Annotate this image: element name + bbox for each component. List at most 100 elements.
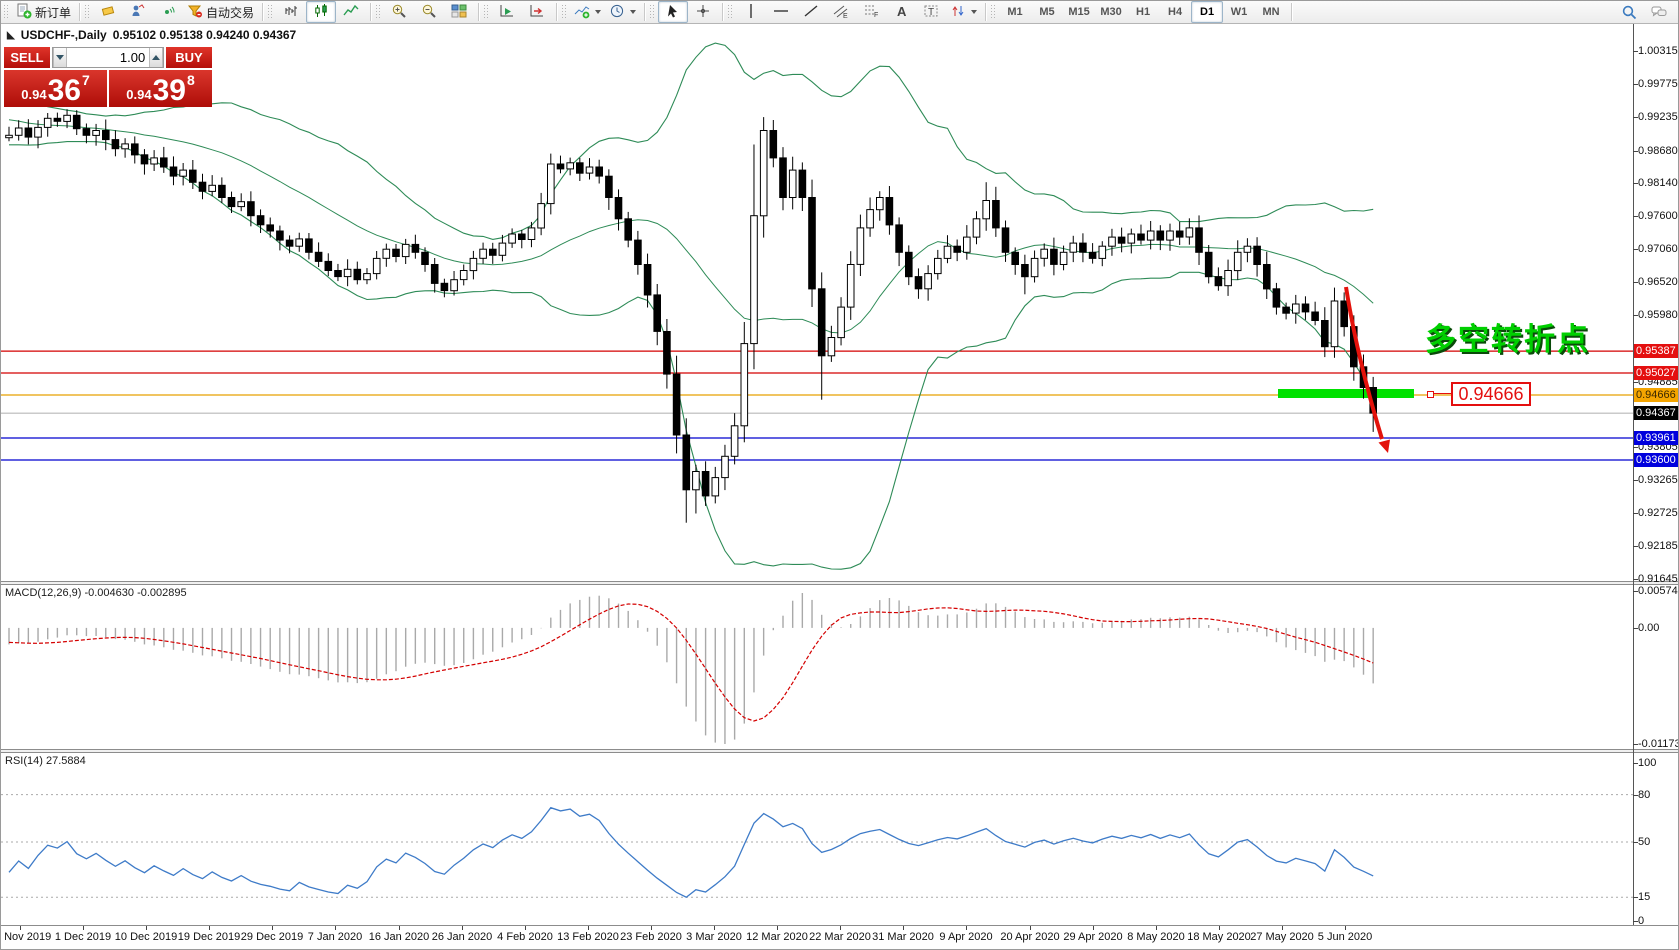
sell-button[interactable]: SELL (4, 47, 50, 68)
toolbar-group-6 (656, 1, 720, 23)
volume-decrease-button[interactable] (53, 48, 67, 67)
main-chart-pane[interactable] (1, 23, 1679, 581)
timeframe-w1-button[interactable]: W1 (1223, 1, 1255, 23)
pane-separator-rsi[interactable] (1, 749, 1679, 753)
zoom-out-button[interactable] (414, 1, 444, 23)
new-order-button[interactable]: 新订单 (12, 1, 75, 23)
date-tick (651, 926, 652, 930)
price-level-badge: 0.94666 (1634, 388, 1679, 402)
price-axis-border (1633, 23, 1634, 949)
price-label-anchor[interactable] (1427, 391, 1434, 398)
dropdown-arrow-icon (595, 10, 601, 14)
timeframe-h4-button[interactable]: H4 (1159, 1, 1191, 23)
time-axis[interactable]: 21 Nov 2019 1 Dec 2019 10 Dec 2019 19 De… (1, 925, 1679, 950)
chart-shift-button[interactable] (522, 1, 552, 23)
rsi-tick-label: 80 (1638, 789, 1650, 801)
volume-input[interactable] (67, 48, 149, 67)
chart-title: ◣ USDCHF-,Daily 0.95102 0.95138 0.94240 … (7, 28, 296, 42)
toolbar-grip (483, 4, 488, 20)
rsi-tick-label: 100 (1638, 757, 1656, 769)
date-tick (209, 926, 210, 930)
price-level-badge: 0.93600 (1634, 453, 1679, 467)
date-label: 23 Feb 2020 (620, 931, 682, 943)
svg-text:F: F (874, 12, 878, 19)
toolbar-grip (561, 4, 566, 20)
text-label-button[interactable]: T (916, 1, 946, 23)
indicators-button[interactable] (570, 1, 605, 23)
symbol-period-label: USDCHF-,Daily (21, 28, 107, 42)
zoom-out-icon (421, 3, 437, 22)
date-label: 7 Jan 2020 (308, 931, 362, 943)
toolbar-separator (556, 3, 557, 21)
fibonacci-button[interactable]: F (856, 1, 886, 23)
toolbar-separator (1291, 3, 1292, 21)
horizontal-line-button[interactable] (766, 1, 796, 23)
vertical-line-button[interactable] (736, 1, 766, 23)
crosshair-button[interactable] (688, 1, 718, 23)
date-tick (20, 926, 21, 930)
toolbar-separator (722, 3, 723, 21)
signal-button[interactable] (153, 1, 183, 23)
price-level-label[interactable]: 0.94666 (1451, 382, 1531, 406)
zoom-in-button[interactable] (384, 1, 414, 23)
search-button[interactable] (1614, 1, 1644, 23)
date-label: 18 May 2020 (1187, 931, 1251, 943)
timeframe-m1-button[interactable]: M1 (999, 1, 1031, 23)
ohlc-values: 0.95102 0.95138 0.94240 0.94367 (113, 28, 297, 42)
indicators-icon (574, 3, 590, 22)
date-label: 31 Mar 2020 (872, 931, 934, 943)
date-label: 12 Mar 2020 (746, 931, 808, 943)
buy-button[interactable]: BUY (166, 47, 212, 68)
date-label: 27 May 2020 (1250, 931, 1314, 943)
date-tick (840, 926, 841, 930)
volume-increase-button[interactable] (149, 48, 163, 67)
buy-price-button[interactable]: 0.94 39 8 (109, 70, 212, 107)
timeframe-h1-button[interactable]: H1 (1127, 1, 1159, 23)
macd-tick-label: -0.011738 (1638, 738, 1679, 750)
timeframe-m5-button[interactable]: M5 (1031, 1, 1063, 23)
rsi-tick-label: 15 (1638, 891, 1650, 903)
tile-windows-icon (451, 3, 467, 22)
tile-windows-button[interactable] (444, 1, 474, 23)
bar-chart-button[interactable] (276, 1, 306, 23)
toolbar-grip (990, 4, 995, 20)
line-chart-button[interactable] (336, 1, 366, 23)
chat-button[interactable] (1644, 1, 1674, 23)
sell-price-button[interactable]: 0.94 36 7 (4, 70, 107, 107)
date-tick (777, 926, 778, 930)
arrow-objects-button[interactable] (946, 1, 981, 23)
zoom-in-icon (391, 3, 407, 22)
date-label: 3 Mar 2020 (686, 931, 742, 943)
auto-scroll-button[interactable] (492, 1, 522, 23)
autotrade-funnel-button[interactable]: 自动交易 (183, 1, 258, 23)
timeframe-mn-button[interactable]: MN (1255, 1, 1287, 23)
date-label: 21 Nov 2019 (0, 931, 51, 943)
person-chart-button[interactable] (123, 1, 153, 23)
candle-chart-button[interactable] (306, 1, 336, 23)
rsi-pane[interactable] (1, 753, 1679, 925)
timeframe-m15-button[interactable]: M15 (1063, 1, 1095, 23)
timeframe-m30-button[interactable]: M30 (1095, 1, 1127, 23)
toolbar-button-label: 新订单 (35, 4, 71, 21)
toolbar-group-4 (490, 1, 554, 23)
toolbar-separator (644, 3, 645, 21)
price-tick-label: 0.97600 (1638, 210, 1678, 222)
macd-pane[interactable] (1, 585, 1679, 749)
pane-separator-macd[interactable] (1, 581, 1679, 585)
date-tick (1156, 926, 1157, 930)
period-clock-button[interactable] (605, 1, 640, 23)
fibonacci-icon: F (863, 3, 879, 22)
gold-bar-button[interactable] (93, 1, 123, 23)
new-order-icon (16, 3, 32, 22)
price-level-badge: 0.94367 (1634, 406, 1679, 420)
cursor-button[interactable] (658, 1, 688, 23)
text-a-button[interactable]: A (886, 1, 916, 23)
timeframe-d1-button[interactable]: D1 (1191, 1, 1223, 23)
equidistant-channel-button[interactable]: E (826, 1, 856, 23)
chinese-annotation-text[interactable]: 多空转折点 (1425, 314, 1590, 359)
crosshair-icon (695, 3, 711, 22)
trend-line-button[interactable] (796, 1, 826, 23)
date-tick (1093, 926, 1094, 930)
toolbar: 新订单 自动交易 E F AT M1M5M15M30H1H4D1W1MN (1, 1, 1679, 24)
macd-indicator-label: MACD(12,26,9) -0.004630 -0.002895 (5, 587, 187, 599)
